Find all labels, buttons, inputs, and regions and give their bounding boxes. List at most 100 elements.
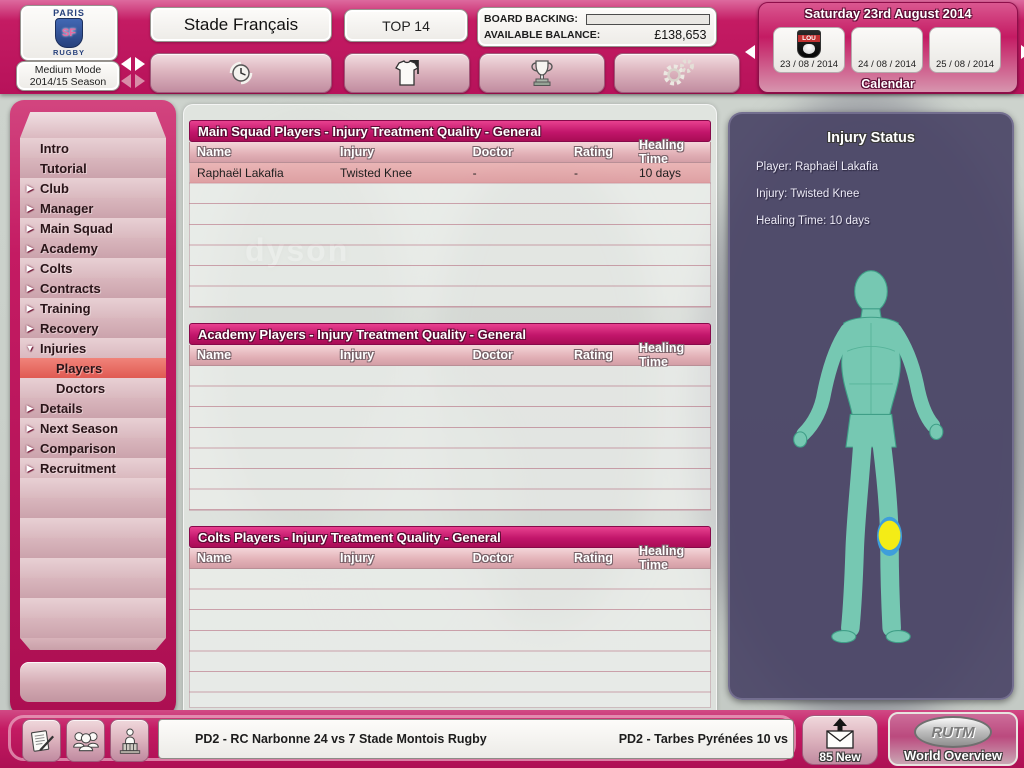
sidebar-item-tutorial[interactable]: Tutorial [20, 158, 166, 178]
injury-type-label: Injury: Twisted Knee [756, 188, 1012, 200]
inbox-button[interactable]: 85 New [802, 715, 878, 765]
sidebar-item-label: Tutorial [40, 161, 87, 176]
board-status-box: BOARD BACKING: AVAILABLE BALANCE: £138,6… [477, 7, 717, 47]
sidebar-item-label: Injuries [40, 341, 86, 356]
sidebar-item-contracts[interactable]: ▶Contracts [20, 278, 166, 298]
column-header-doctor[interactable]: Doctor [466, 145, 567, 159]
nav-back-alt-icon[interactable] [121, 74, 131, 88]
injury-healing-label: Healing Time: 10 days [756, 215, 1012, 227]
inbox-new-count: 85 New [803, 750, 877, 764]
match-kit-button[interactable] [344, 53, 470, 93]
calendar-day[interactable]: 24 / 08 / 2014 [851, 27, 923, 73]
column-header-name[interactable]: Name [190, 145, 333, 159]
sidebar-item-label: Doctors [56, 381, 105, 396]
header-nav-arrows [119, 55, 149, 91]
column-header-rating[interactable]: Rating [567, 551, 632, 565]
table-body [189, 366, 711, 511]
news-button[interactable] [22, 719, 61, 762]
table-row[interactable]: Raphaël LakafiaTwisted Knee--10 days [190, 163, 710, 183]
sidebar-item-main-squad[interactable]: ▶Main Squad [20, 218, 166, 238]
jersey-flag-icon [388, 58, 426, 88]
competitions-button[interactable] [479, 53, 605, 93]
sidebar-item-label: Next Season [40, 421, 118, 436]
calendar-days: LOU23 / 08 / 201424 / 08 / 2014 25 / 08 /… [773, 27, 1003, 73]
chevron-right-icon: ▶ [20, 303, 40, 314]
column-header-injury[interactable]: Injury [333, 348, 466, 362]
sidebar-item-next-season[interactable]: ▶Next Season [20, 418, 166, 438]
sidebar-item-injuries[interactable]: ▼Injuries [20, 338, 166, 358]
nav-forward-alt-icon[interactable] [135, 74, 145, 88]
sidebar-item-doctors[interactable]: Doctors [20, 378, 166, 398]
academy-injury-table: Academy Players - Injury Treatment Quali… [189, 323, 711, 511]
sidebar-item-club[interactable]: ▶Club [20, 178, 166, 198]
sidebar-bottom-button[interactable] [20, 662, 166, 702]
sidebar-item-details[interactable]: ▶Details [20, 398, 166, 418]
table-cell: Raphaël Lakafia [190, 166, 333, 180]
chevron-right-icon: ▶ [20, 403, 40, 414]
sidebar-item-label: Comparison [40, 441, 116, 456]
settings-button[interactable] [614, 53, 740, 93]
sidebar-item-manager[interactable]: ▶Manager [20, 198, 166, 218]
clock-icon [224, 58, 258, 88]
calendar-current-date: Saturday 23rd August 2014 [759, 6, 1017, 21]
table-body: Raphaël LakafiaTwisted Knee--10 days [189, 163, 711, 308]
injury-body-figure[interactable] [778, 262, 964, 659]
nav-back-icon[interactable] [121, 57, 131, 71]
newspaper-icon [28, 726, 56, 756]
calendar-day[interactable]: 25 / 08 / 2014 [929, 27, 1001, 73]
sidebar-item-label: Details [40, 401, 83, 416]
club-logo-panel: PARIS SF RUGBY [20, 5, 118, 61]
sidebar-item-training[interactable]: ▶Training [20, 298, 166, 318]
column-header-rating[interactable]: Rating [567, 145, 632, 159]
column-header-doctor[interactable]: Doctor [466, 551, 567, 565]
sidebar-item-players[interactable]: Players [20, 358, 166, 378]
sidebar-item-label: Main Squad [40, 221, 113, 236]
game-mode-box: Medium Mode 2014/15 Season [16, 61, 120, 91]
sidebar-item-recruitment[interactable]: ▶Recruitment [20, 458, 166, 478]
sidebar-empty-row [20, 598, 166, 618]
sidebar-item-label: Recruitment [40, 461, 116, 476]
column-header-healing-time[interactable]: Healing Time [632, 341, 710, 369]
calendar-day[interactable]: LOU23 / 08 / 2014 [773, 27, 845, 73]
app-window: dyson PARIS SF RUGBY Medium Mode 2014/15… [0, 0, 1024, 768]
sidebar-item-recovery[interactable]: ▶Recovery [20, 318, 166, 338]
mode-label: Medium Mode [35, 64, 102, 76]
calendar-date: 25 / 08 / 2014 [936, 59, 994, 72]
board-backing-bar [586, 14, 710, 25]
mail-up-arrow-icon [803, 718, 877, 752]
press-conference-button[interactable] [110, 719, 149, 762]
ticker-message[interactable]: PD2 - Tarbes Pyrénées 10 vs [619, 720, 788, 758]
sidebar-item-label: Manager [40, 201, 93, 216]
sidebar-item-label: Recovery [40, 321, 99, 336]
nav-forward-icon[interactable] [135, 57, 145, 71]
squad-button[interactable] [66, 719, 105, 762]
available-balance-row: AVAILABLE BALANCE: £138,653 [484, 27, 710, 43]
sidebar-bottom-cap [20, 638, 166, 650]
sidebar-item-comparison[interactable]: ▶Comparison [20, 438, 166, 458]
trophy-icon [524, 58, 560, 88]
sidebar-item-label: Training [40, 301, 91, 316]
calendar-prev-icon[interactable] [745, 45, 755, 59]
column-header-healing-time[interactable]: Healing Time [632, 138, 710, 166]
column-header-name[interactable]: Name [190, 348, 333, 362]
main-squad-injury-table: Main Squad Players - Injury Treatment Qu… [189, 120, 711, 308]
club-crest-icon: SF [55, 18, 83, 48]
column-header-doctor[interactable]: Doctor [466, 348, 567, 362]
column-header-injury[interactable]: Injury [333, 145, 466, 159]
world-overview-button[interactable]: RUTM World Overview [888, 712, 1018, 766]
column-header-injury[interactable]: Injury [333, 551, 466, 565]
column-header-name[interactable]: Name [190, 551, 333, 565]
sidebar-item-intro[interactable]: Intro [20, 138, 166, 158]
sidebar-empty-row [20, 478, 166, 498]
column-header-healing-time[interactable]: Healing Time [632, 544, 710, 572]
sidebar-item-label: Contracts [40, 281, 101, 296]
league-box: TOP 14 [344, 9, 468, 42]
ticker-message[interactable]: PD2 - RC Narbonne 24 vs 7 Stade Montois … [195, 720, 487, 758]
sidebar-top-cap [20, 112, 166, 138]
column-header-rating[interactable]: Rating [567, 348, 632, 362]
sidebar-item-academy[interactable]: ▶Academy [20, 238, 166, 258]
table-cell: 10 days [632, 166, 710, 180]
season-label: 2014/15 Season [30, 76, 106, 88]
sidebar-item-colts[interactable]: ▶Colts [20, 258, 166, 278]
continue-time-button[interactable] [150, 53, 332, 93]
